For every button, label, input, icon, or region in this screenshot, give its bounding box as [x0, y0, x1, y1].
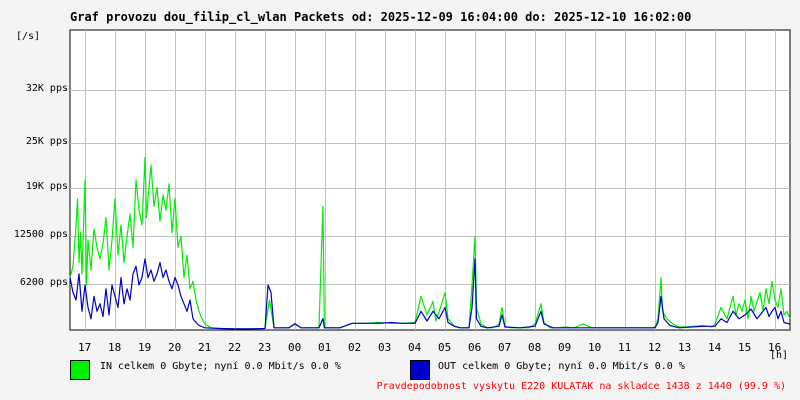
x-tick-label: 14 — [708, 341, 722, 354]
x-tick-label: 18 — [108, 341, 122, 354]
y-tick-label: 6200 pps — [19, 276, 68, 288]
x-tick-label: 20 — [168, 341, 182, 354]
plot-area — [69, 29, 791, 331]
x-tick-label: 09 — [558, 341, 572, 354]
y-tick-label: 32K pps — [25, 83, 68, 94]
x-tick-label: 02 — [348, 341, 362, 354]
x-tick-label: 19 — [138, 341, 152, 354]
x-tick-label: 06 — [468, 341, 482, 354]
x-tick-label: 04 — [408, 341, 422, 354]
x-tick-label: 07 — [498, 341, 512, 354]
x-tick-label: 01 — [318, 341, 332, 354]
legend-in-text: IN celkem 0 Gbyte; nyní 0.0 Mbit/s 0.0 % — [100, 361, 341, 372]
legend-out-swatch — [410, 360, 430, 380]
footer-note: Pravdepodobnost vyskytu E220 KULATAK na … — [376, 381, 786, 392]
x-tick-label: 21 — [198, 341, 212, 354]
x-tick-label: 15 — [738, 341, 752, 354]
y-tick-label: 25K pps — [25, 135, 68, 147]
x-tick-label: 22 — [228, 341, 242, 354]
x-tick-label: 23 — [258, 341, 272, 354]
x-tick-label: 11 — [618, 341, 632, 354]
x-tick-label: 08 — [528, 341, 542, 354]
x-tick-label: 12 — [648, 341, 662, 354]
x-tick-label: 05 — [438, 341, 452, 354]
legend-out-text: OUT celkem 0 Gbyte; nyní 0.0 Mbit/s 0.0 … — [438, 361, 685, 372]
x-unit-label: [h] — [770, 350, 789, 361]
y-tick-label: 12500 pps — [13, 229, 68, 241]
legend-in-swatch — [70, 360, 90, 380]
x-tick-label: 13 — [678, 341, 692, 354]
y-tick-label: 19K pps — [25, 180, 68, 192]
traffic-chart: Graf provozu dou_filip_cl_wlan Packets o… — [0, 0, 800, 400]
x-tick-label: 17 — [78, 341, 92, 354]
x-tick-label: 10 — [588, 341, 602, 354]
x-tick-label: 03 — [378, 341, 392, 354]
x-tick-label: 00 — [288, 341, 302, 354]
